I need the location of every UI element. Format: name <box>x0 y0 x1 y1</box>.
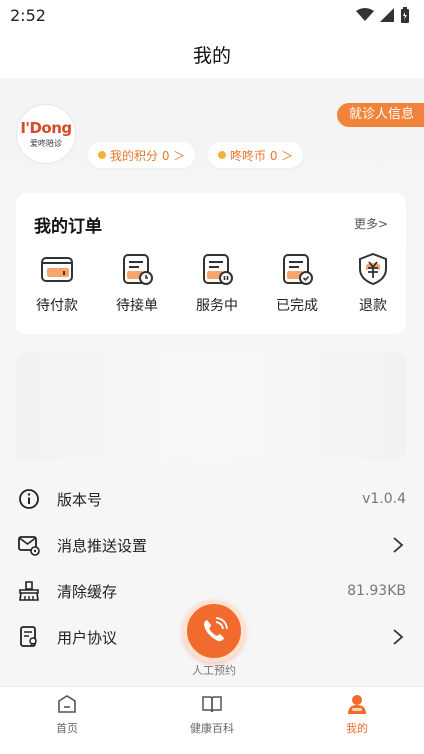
tab-health-wiki[interactable]: 健康百科 <box>162 693 262 736</box>
cache-size-value: 81.93KB <box>347 583 406 599</box>
call-booking-button[interactable] <box>183 600 245 662</box>
order-item-pending-accept[interactable]: 待接单 <box>98 251 176 315</box>
status-icons <box>356 7 410 23</box>
chevron-right-icon <box>393 537 404 553</box>
coin-dot-icon <box>98 151 106 159</box>
order-item-pending-payment[interactable]: 待付款 <box>18 251 96 315</box>
page-header: 我的 <box>0 30 424 78</box>
call-booking-label: 人工预约 <box>192 664 236 677</box>
orders-card: 我的订单 更多> 待付款 待接单 服务中 已完成 退款 <box>16 193 406 334</box>
battery-icon <box>401 7 409 23</box>
points-pill[interactable]: 我的积分 0 ＞ <box>88 142 196 168</box>
message-settings-icon <box>18 536 40 556</box>
page-title: 我的 <box>192 44 231 67</box>
coins-label: 咚咚币 0 ＞ <box>230 148 294 163</box>
tab-label: 健康百科 <box>190 722 234 735</box>
status-time: 2:52 <box>10 5 46 25</box>
coin-dot-icon <box>218 151 226 159</box>
points-label: 我的积分 0 ＞ <box>110 148 186 163</box>
tab-bar: 首页 健康百科 我的 <box>0 686 424 754</box>
status-bar: 2:52 <box>0 0 424 30</box>
order-item-in-service[interactable]: 服务中 <box>178 251 256 315</box>
pending-order-icon <box>123 254 153 285</box>
menu-label: 清除缓存 <box>57 582 118 601</box>
phone-icon <box>204 617 228 642</box>
profile-icon <box>348 695 366 714</box>
menu-row-version[interactable]: 版本号 v1.0.4 <box>0 476 424 522</box>
wifi-icon <box>356 8 374 21</box>
menu-label: 用户协议 <box>57 628 118 647</box>
menu-label: 版本号 <box>57 490 103 509</box>
tab-label: 我的 <box>346 722 368 735</box>
tab-label: 首页 <box>56 722 78 735</box>
info-icon <box>19 489 39 509</box>
avatar-logo-text: I'Dong <box>20 119 72 137</box>
order-item-completed[interactable]: 已完成 <box>258 251 336 315</box>
order-item-refund[interactable]: 退款 <box>334 251 412 315</box>
menu-row-push-settings[interactable]: 消息推送设置 <box>0 522 424 568</box>
coins-pill[interactable]: 咚咚币 0 ＞ <box>208 142 304 168</box>
order-label: 退款 <box>359 298 387 314</box>
menu-label: 消息推送设置 <box>57 536 148 555</box>
order-label: 待接单 <box>116 298 158 314</box>
home-icon <box>58 695 76 713</box>
agreement-icon <box>20 626 37 647</box>
refund-icon <box>359 252 387 286</box>
orders-more-link[interactable]: 更多> <box>354 215 388 232</box>
chevron-right-icon <box>393 629 404 645</box>
order-label: 待付款 <box>36 298 78 314</box>
avatar-sub-text: 爱咚陪诊 <box>30 139 62 148</box>
orders-title: 我的订单 <box>34 217 102 237</box>
completed-icon <box>283 254 313 285</box>
order-label: 已完成 <box>276 298 318 314</box>
book-icon <box>202 696 222 713</box>
avatar[interactable]: I'Dong 爱咚陪诊 <box>16 104 76 164</box>
tab-home[interactable]: 首页 <box>17 693 117 736</box>
in-service-icon <box>203 254 233 285</box>
version-value: v1.0.4 <box>362 491 406 507</box>
faded-banner <box>16 352 406 460</box>
tab-mine[interactable]: 我的 <box>307 693 407 736</box>
broom-icon <box>19 581 39 601</box>
wallet-icon <box>41 257 73 282</box>
order-label: 服务中 <box>196 298 238 314</box>
patient-info-button[interactable]: 就诊人信息 <box>336 103 424 127</box>
signal-icon <box>380 8 394 22</box>
